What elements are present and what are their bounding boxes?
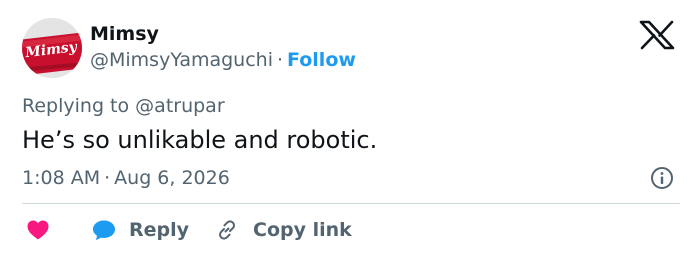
tweet-time: 1:08 AM (22, 167, 101, 189)
follow-button[interactable]: Follow (287, 49, 356, 71)
avatar-image: Mimsy (22, 18, 82, 78)
heart-icon[interactable] (26, 219, 50, 241)
replying-to: Replying to @atrupar (22, 94, 225, 118)
copy-link-label: Copy link (253, 219, 352, 241)
separator-dot: · (276, 49, 284, 71)
tweet-text: He’s so unlikable and robotic. (22, 126, 378, 154)
handle-row: @MimsyYamaguchi · Follow (90, 48, 356, 72)
info-icon[interactable] (650, 166, 674, 190)
separator-dot: · (104, 167, 111, 189)
replying-mention-link[interactable]: @atrupar (135, 95, 224, 117)
author-display-name[interactable]: Mimsy (90, 22, 159, 46)
tweet-date: Aug 6, 2026 (114, 167, 230, 189)
x-logo-icon[interactable] (638, 20, 676, 50)
reply-label: Reply (129, 219, 190, 241)
avatar[interactable]: Mimsy (22, 18, 82, 78)
link-icon (219, 220, 235, 240)
tweet-timestamp[interactable]: 1:08 AM · Aug 6, 2026 (22, 166, 230, 190)
author-handle[interactable]: @MimsyYamaguchi (90, 49, 273, 71)
divider (22, 203, 680, 204)
replying-prefix: Replying to (22, 95, 130, 117)
tweet-card: Mimsy Mimsy @MimsyYamaguchi · Follow Reply… (0, 0, 700, 256)
action-bar: Reply Copy link (22, 216, 682, 244)
bubble-icon (93, 220, 115, 241)
